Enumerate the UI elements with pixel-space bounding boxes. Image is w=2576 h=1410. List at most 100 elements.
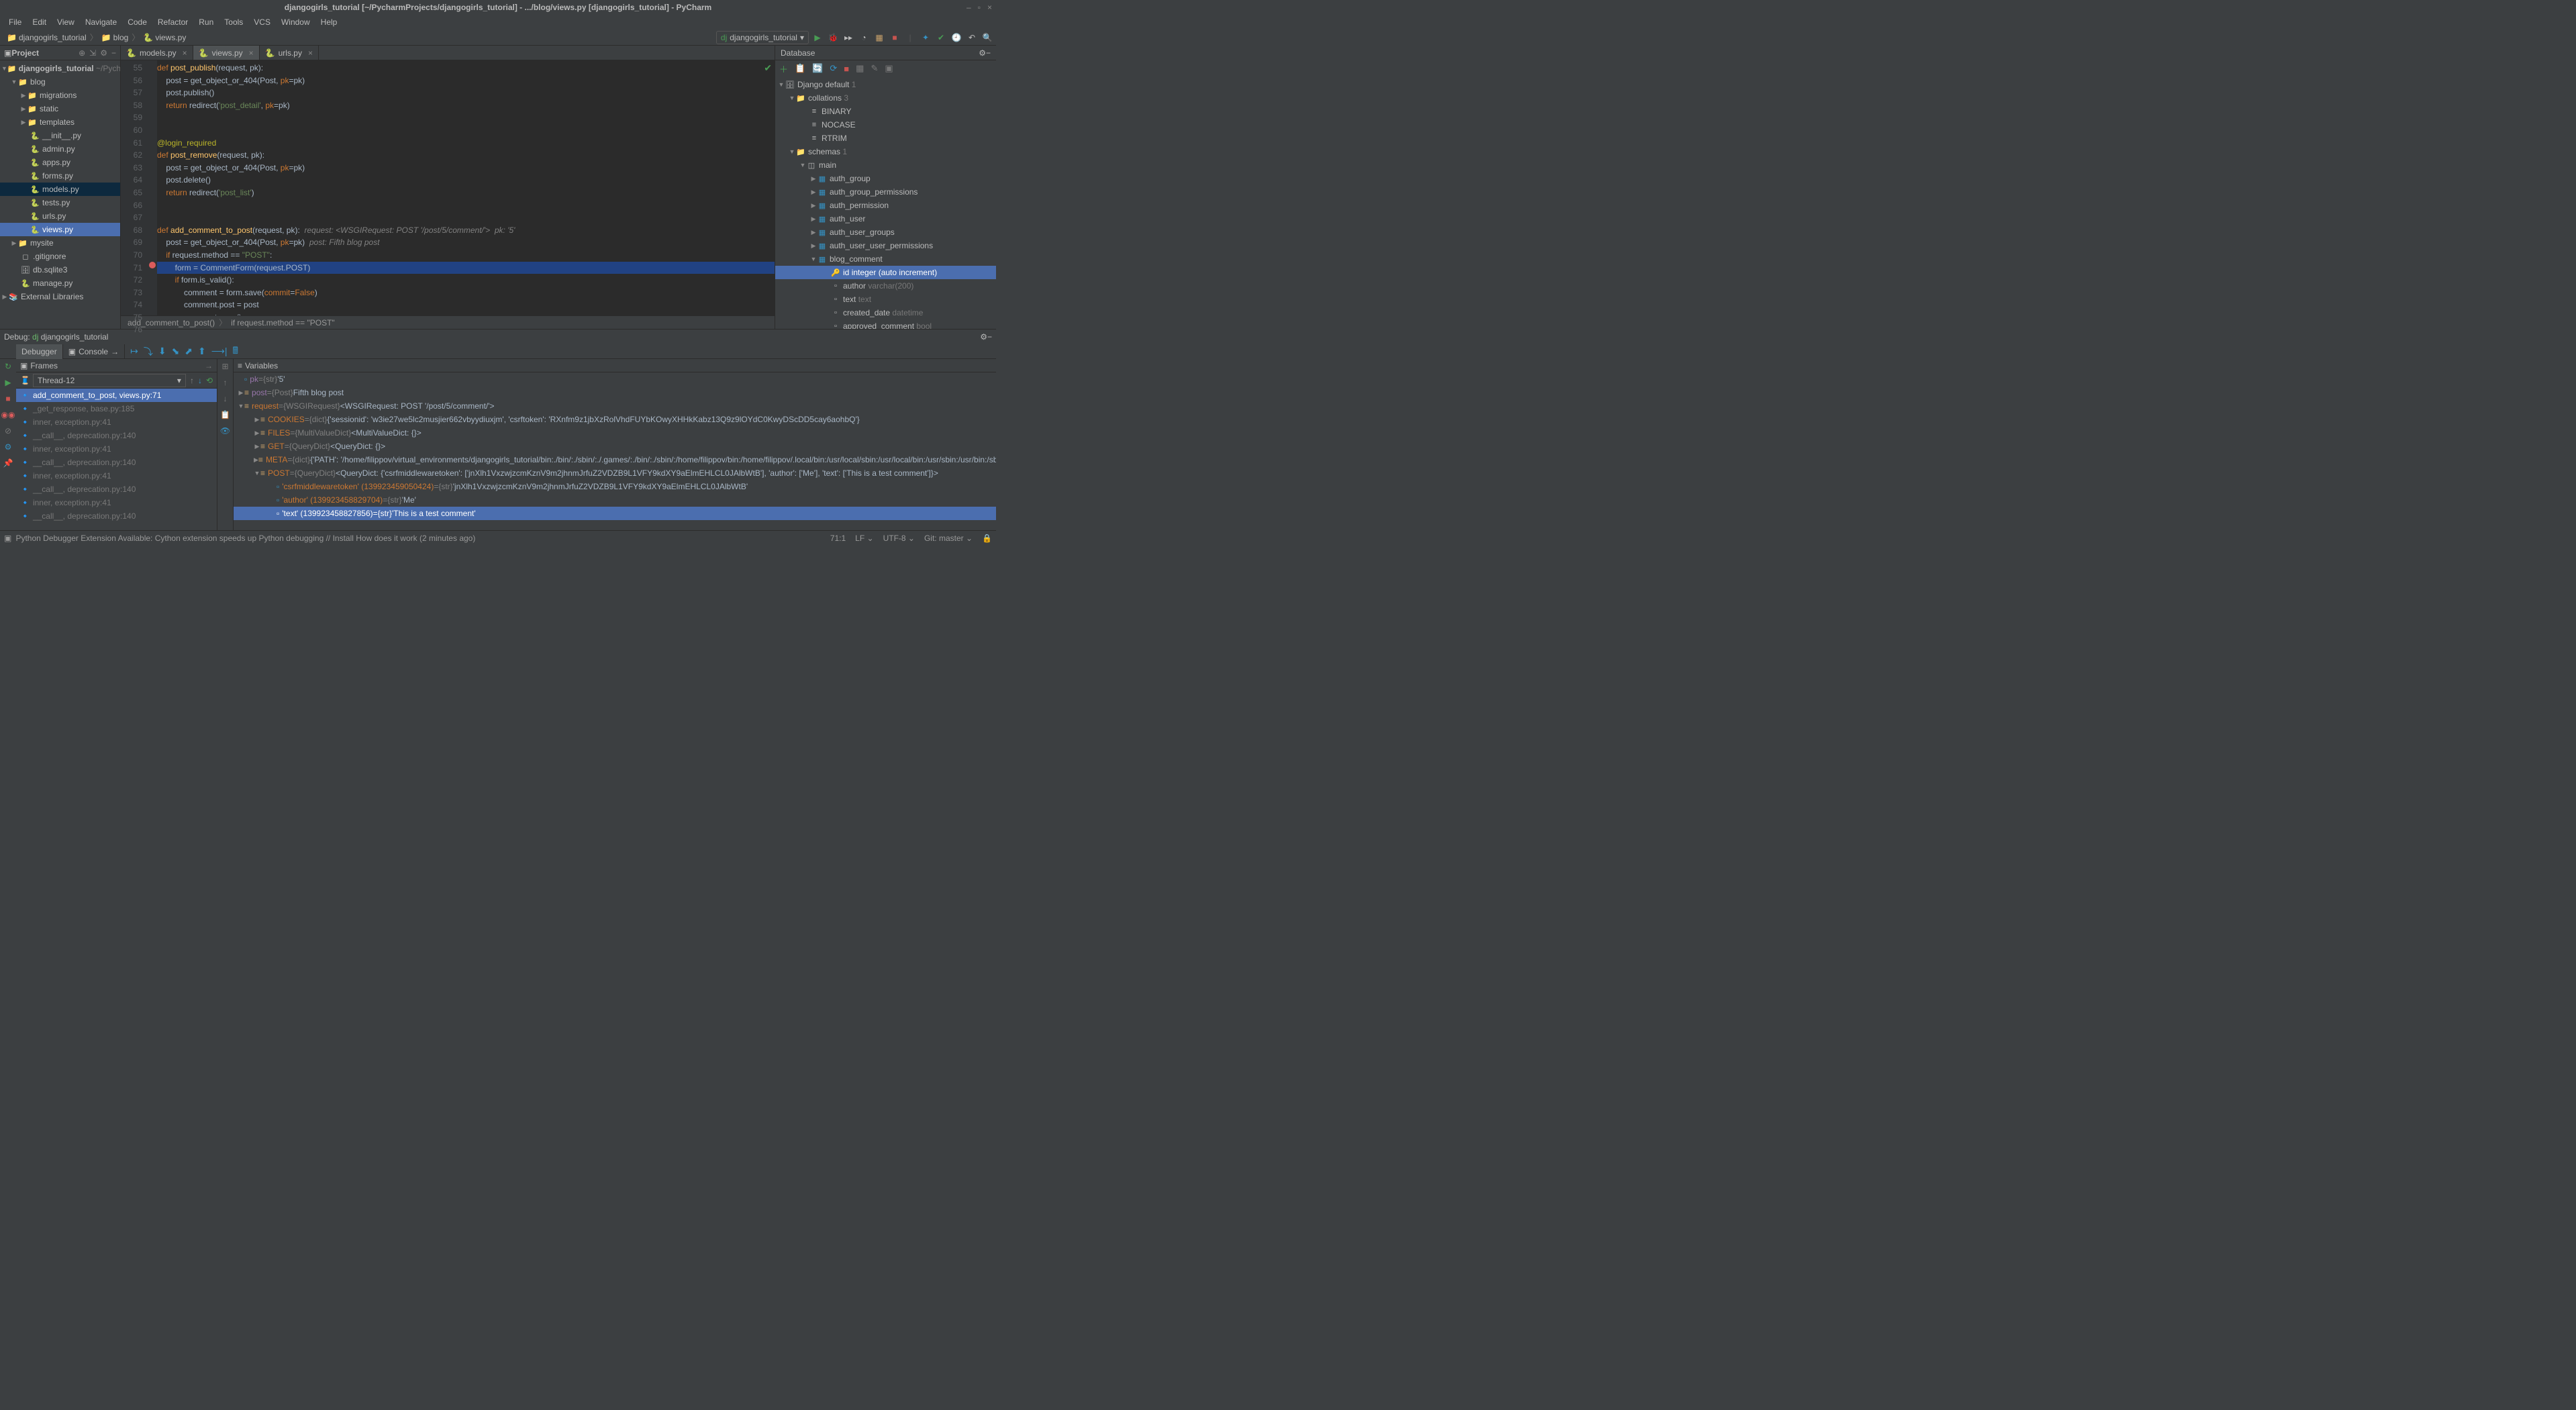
project-tree[interactable]: ▼📁djangogirls_tutorial ~/Pycharm ▼📁blog … xyxy=(0,60,120,329)
settings-icon[interactable]: ⚙ xyxy=(5,442,12,452)
lock-icon[interactable]: 🔒 xyxy=(982,534,992,543)
status-sidebar-icon[interactable]: ▣ xyxy=(4,534,11,543)
gutter-marks[interactable] xyxy=(148,60,157,315)
hide-icon[interactable]: − xyxy=(111,48,116,58)
update-icon[interactable]: ✦ xyxy=(921,33,930,42)
revert-icon[interactable]: ↶ xyxy=(967,33,977,42)
profile-icon[interactable]: ◔ xyxy=(859,33,869,42)
sep-icon: | xyxy=(905,33,915,42)
close-icon[interactable]: × xyxy=(183,48,187,58)
search-icon[interactable]: 🔍 xyxy=(983,33,992,42)
run-button-icon[interactable]: ▶ xyxy=(813,33,822,42)
menu-code[interactable]: Code xyxy=(123,16,152,28)
step-into-icon[interactable]: ⬇ xyxy=(158,346,166,357)
thread-selector[interactable]: Thread-12▾ xyxy=(33,374,186,387)
step-into-my-icon[interactable]: ⬊ xyxy=(172,346,180,357)
close-icon[interactable]: × xyxy=(249,48,254,58)
git-branch[interactable]: Git: master ⌄ xyxy=(924,534,973,543)
code-editor[interactable]: ✔ def post_publish(request, pk): post = … xyxy=(157,60,775,315)
tab-views[interactable]: 🐍views.py× xyxy=(193,46,260,60)
breakpoint-icon[interactable] xyxy=(149,262,156,268)
frames-label: Frames xyxy=(30,361,58,370)
stop-debug-icon[interactable]: ■ xyxy=(5,394,10,403)
watches-icon[interactable]: 👁 xyxy=(220,426,230,436)
tab-console[interactable]: ▣Console→ xyxy=(63,344,125,359)
db-table-icon[interactable]: ▦ xyxy=(856,63,864,74)
debug-config-name: djangogirls_tutorial xyxy=(41,332,109,342)
copy-icon[interactable]: 📋 xyxy=(220,410,230,419)
encoding[interactable]: UTF-8 ⌄ xyxy=(883,534,915,543)
debug-button-icon[interactable]: 🐞 xyxy=(828,33,838,42)
resume-icon[interactable]: ▶ xyxy=(5,378,11,387)
db-gear-icon[interactable]: ⚙ xyxy=(979,48,986,58)
collapse-all-icon[interactable]: ⇲ xyxy=(89,48,96,58)
db-add-icon[interactable]: ＋ xyxy=(779,62,788,75)
mute-bp-icon[interactable]: ⊘ xyxy=(5,426,11,436)
step-over-icon[interactable]: ⤵ xyxy=(144,345,153,358)
menu-bar: File Edit View Navigate Code Refactor Ru… xyxy=(0,15,996,30)
pin-icon[interactable]: 📌 xyxy=(3,458,13,468)
restore-icon[interactable]: ⟲ xyxy=(206,376,213,385)
menu-navigate[interactable]: Navigate xyxy=(81,16,121,28)
frame-row[interactable]: 🔹add_comment_to_post, views.py:71 xyxy=(16,389,217,402)
caret-position[interactable]: 71:1 xyxy=(830,534,846,543)
run-config-selector[interactable]: dj djangogirls_tutorial ▾ xyxy=(716,31,809,44)
run-to-cursor-icon[interactable]: ⟶| xyxy=(211,346,228,357)
close-icon[interactable]: × xyxy=(308,48,313,58)
step-out-icon[interactable]: ⬆ xyxy=(198,346,206,357)
db-copy-icon[interactable]: 📋 xyxy=(795,63,805,74)
var-text-row: ▫'text' (139923458827856) = {str} 'This … xyxy=(234,507,996,520)
menu-run[interactable]: Run xyxy=(194,16,218,28)
show-exec-point-icon[interactable]: ↦ xyxy=(130,346,138,357)
scroll-from-source-icon[interactable]: ⊕ xyxy=(79,48,85,58)
menu-help[interactable]: Help xyxy=(316,16,342,28)
editor-breadcrumb[interactable]: add_comment_to_post()〉if request.method … xyxy=(121,315,775,329)
window-close[interactable]: × xyxy=(987,3,992,12)
status-message: Python Debugger Extension Available: Cyt… xyxy=(15,534,475,543)
db-refresh-icon[interactable]: 🔄 xyxy=(812,63,823,74)
debug-hide-icon[interactable]: − xyxy=(987,332,992,342)
line-ending[interactable]: LF ⌄ xyxy=(855,534,873,543)
editor-tabs: 🐍models.py× 🐍views.py× 🐍urls.py× xyxy=(121,46,775,60)
concurrency-icon[interactable]: ▦ xyxy=(875,33,884,42)
commit-icon[interactable]: ✔ xyxy=(936,33,946,42)
prev-frame-icon[interactable]: ↑ xyxy=(190,376,194,385)
history-icon[interactable]: 🕘 xyxy=(952,33,961,42)
tab-debugger[interactable]: Debugger xyxy=(16,344,63,359)
debug-gear-icon[interactable]: ⚙ xyxy=(980,332,987,342)
gear-icon[interactable]: ⚙ xyxy=(100,48,107,58)
menu-tools[interactable]: Tools xyxy=(219,16,248,28)
next-frame-icon[interactable]: ↓ xyxy=(198,376,202,385)
tab-models[interactable]: 🐍models.py× xyxy=(121,46,193,60)
breadcrumb-file[interactable]: 🐍 views.py xyxy=(140,33,189,42)
tab-urls[interactable]: 🐍urls.py× xyxy=(260,46,319,60)
coverage-icon[interactable]: ▸▸ xyxy=(844,33,853,42)
restore-layout-icon[interactable]: ⊞ xyxy=(221,362,228,371)
breadcrumb-dir[interactable]: 📁 blog xyxy=(99,33,132,42)
breakpoints-icon[interactable]: ◉◉ xyxy=(1,410,15,419)
project-tool-button[interactable]: ▣ xyxy=(4,48,11,58)
breadcrumb-root[interactable]: 📁 djangogirls_tutorial xyxy=(4,33,89,42)
db-stop-icon[interactable]: ■ xyxy=(844,64,849,74)
db-hide-icon[interactable]: − xyxy=(986,48,991,58)
stop-icon[interactable]: ■ xyxy=(890,33,899,42)
db-console-icon[interactable]: ▣ xyxy=(885,63,893,74)
force-step-icon[interactable]: ⬈ xyxy=(185,346,193,357)
menu-refactor[interactable]: Refactor xyxy=(153,16,193,28)
rerun-icon[interactable]: ↻ xyxy=(5,362,11,371)
window-maximize[interactable]: ▫ xyxy=(978,3,981,12)
menu-vcs[interactable]: VCS xyxy=(249,16,275,28)
add-watch-icon[interactable]: ↑ xyxy=(224,378,228,387)
menu-file[interactable]: File xyxy=(4,16,26,28)
database-header: Database xyxy=(781,48,815,58)
db-edit-icon[interactable]: ✎ xyxy=(871,63,878,74)
db-sync-icon[interactable]: ⟳ xyxy=(830,63,837,74)
menu-edit[interactable]: Edit xyxy=(28,16,51,28)
variables-label: Variables xyxy=(245,361,278,370)
tree-file-views: 🐍views.py xyxy=(0,223,120,236)
window-minimize[interactable]: – xyxy=(967,3,971,12)
menu-view[interactable]: View xyxy=(52,16,79,28)
menu-window[interactable]: Window xyxy=(277,16,315,28)
eval-expression-icon[interactable]: 🖩 xyxy=(232,344,238,360)
remove-watch-icon[interactable]: ↓ xyxy=(224,394,228,403)
